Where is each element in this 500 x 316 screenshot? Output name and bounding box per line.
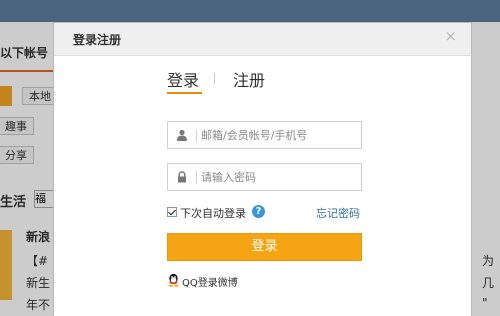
qq-login-label: QQ登录微博 bbox=[182, 278, 238, 289]
account-input[interactable] bbox=[201, 126, 351, 144]
account-field[interactable] bbox=[167, 121, 362, 149]
help-icon[interactable]: ? bbox=[252, 205, 265, 218]
remember-checkbox[interactable] bbox=[167, 207, 177, 217]
tab-register-label: 注册 bbox=[233, 71, 266, 90]
user-icon bbox=[177, 129, 187, 141]
password-field[interactable] bbox=[167, 163, 362, 191]
tab-login[interactable]: 登录 bbox=[167, 67, 202, 94]
password-input[interactable] bbox=[201, 168, 351, 186]
tab-active-underline bbox=[167, 92, 202, 94]
login-dialog: 登录注册 × 登录 注册 下次自动登录 ? 忘记密码 登录 bbox=[54, 23, 471, 316]
forgot-password-link[interactable]: 忘记密码 bbox=[316, 205, 360, 221]
password-field-divider bbox=[196, 171, 197, 184]
remember-label: 下次自动登录 bbox=[180, 207, 246, 220]
dialog-header: 登录注册 × bbox=[54, 23, 471, 56]
lock-icon bbox=[178, 171, 186, 183]
tab-login-label: 登录 bbox=[167, 71, 200, 90]
tab-register[interactable]: 注册 bbox=[233, 67, 265, 91]
login-button[interactable]: 登录 bbox=[167, 233, 362, 261]
account-field-divider bbox=[196, 129, 197, 142]
tab-separator bbox=[214, 73, 215, 84]
close-icon[interactable]: × bbox=[444, 29, 457, 44]
qq-icon bbox=[168, 273, 179, 287]
dialog-title: 登录注册 bbox=[73, 33, 122, 47]
